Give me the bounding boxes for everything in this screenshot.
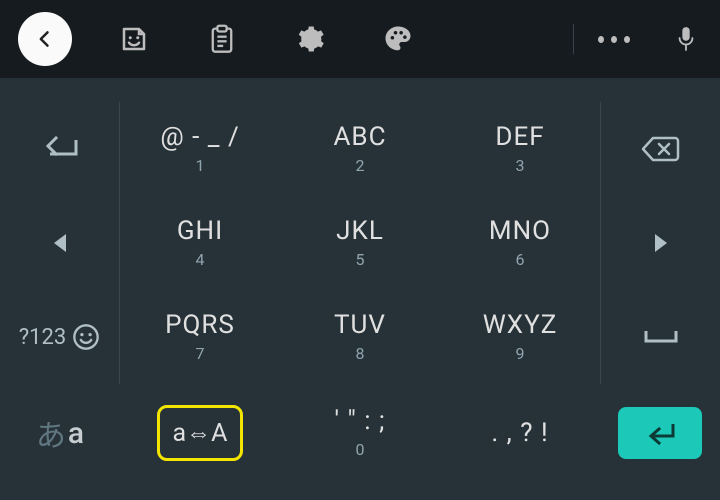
key-ghi[interactable]: GHI 4 xyxy=(120,196,280,290)
toolbar xyxy=(0,0,720,78)
case-toggle-label: a⇔A xyxy=(173,419,228,448)
case-toggle-highlight: a⇔A xyxy=(157,405,243,461)
gear-icon[interactable] xyxy=(294,23,326,55)
enter-key[interactable] xyxy=(600,384,720,482)
key-punct[interactable]: . , ? ! xyxy=(440,384,600,482)
key-sub-label: 8 xyxy=(356,344,365,363)
key-main-label: . , ? ! xyxy=(491,420,548,446)
key-main-label: MNO xyxy=(489,218,551,244)
space-key[interactable] xyxy=(600,290,720,384)
key-pqrs[interactable]: PQRS 7 xyxy=(120,290,280,384)
key-main-label: WXYZ xyxy=(483,312,558,338)
symbols-label: ?123 xyxy=(19,325,67,350)
keyboard-row: GHI 4 JKL 5 MNO 6 xyxy=(0,196,720,290)
key-tuv[interactable]: TUV 8 xyxy=(280,290,440,384)
cursor-left-key[interactable] xyxy=(0,196,120,290)
backspace-icon xyxy=(641,134,681,164)
case-toggle-key[interactable]: a⇔A xyxy=(120,384,280,482)
space-icon xyxy=(643,328,679,346)
key-main-label: ABC xyxy=(333,124,386,150)
triangle-right-icon xyxy=(652,232,670,254)
keyboard: @ - _ / 1 ABC 2 DEF 3 GHI 4 JKL 5 MNO 6 xyxy=(0,78,720,482)
enter-icon xyxy=(641,420,679,446)
back-button[interactable] xyxy=(18,12,72,66)
symbols-emoji-key[interactable]: ?123 xyxy=(0,290,120,384)
key-main-label: TUV xyxy=(334,312,386,338)
clipboard-icon[interactable] xyxy=(206,23,238,55)
keyboard-row: ?123 PQRS 7 TUV 8 WXYZ 9 xyxy=(0,290,720,384)
key-sub-label: 9 xyxy=(516,344,525,363)
key-sub-label: 1 xyxy=(196,156,205,175)
keyboard-row: あ a a⇔A ' " : ; 0 . , ? ! xyxy=(0,384,720,482)
keyboard-row: @ - _ / 1 ABC 2 DEF 3 xyxy=(0,102,720,196)
key-mno[interactable]: MNO 6 xyxy=(440,196,600,290)
key-main-label: JKL xyxy=(336,218,384,244)
key-sub-label: 5 xyxy=(356,250,365,269)
language-switch-key[interactable]: あ a xyxy=(0,384,120,482)
toolbar-divider xyxy=(573,24,574,54)
key-main-label: PQRS xyxy=(165,312,235,338)
key-symbols-1[interactable]: @ - _ / 1 xyxy=(120,102,280,196)
sticker-icon[interactable] xyxy=(118,23,150,55)
chevron-left-icon xyxy=(35,29,55,49)
key-main-label: ' " : ; xyxy=(334,408,385,434)
backspace-key[interactable] xyxy=(600,102,720,196)
key-wxyz[interactable]: WXYZ 9 xyxy=(440,290,600,384)
more-icon[interactable] xyxy=(598,23,630,55)
lang-jp-label: あ xyxy=(36,411,66,455)
key-abc[interactable]: ABC 2 xyxy=(280,102,440,196)
key-quotes[interactable]: ' " : ; 0 xyxy=(280,384,440,482)
undo-key[interactable] xyxy=(0,102,120,196)
key-sub-label: 2 xyxy=(356,156,365,175)
key-sub-label: 0 xyxy=(356,440,365,459)
key-main-label: @ - _ / xyxy=(160,124,239,150)
emoji-icon xyxy=(72,323,100,351)
key-def[interactable]: DEF 3 xyxy=(440,102,600,196)
cursor-right-key[interactable] xyxy=(600,196,720,290)
lang-en-label: a xyxy=(68,416,84,451)
key-main-label: DEF xyxy=(495,124,544,150)
key-main-label: GHI xyxy=(177,218,223,244)
mic-icon[interactable] xyxy=(670,23,702,55)
triangle-left-icon xyxy=(51,232,69,254)
key-sub-label: 7 xyxy=(196,344,205,363)
key-sub-label: 6 xyxy=(516,250,525,269)
palette-icon[interactable] xyxy=(382,23,414,55)
undo-arrow-icon xyxy=(38,134,82,164)
key-jkl[interactable]: JKL 5 xyxy=(280,196,440,290)
key-sub-label: 3 xyxy=(516,156,525,175)
key-sub-label: 4 xyxy=(196,250,205,269)
